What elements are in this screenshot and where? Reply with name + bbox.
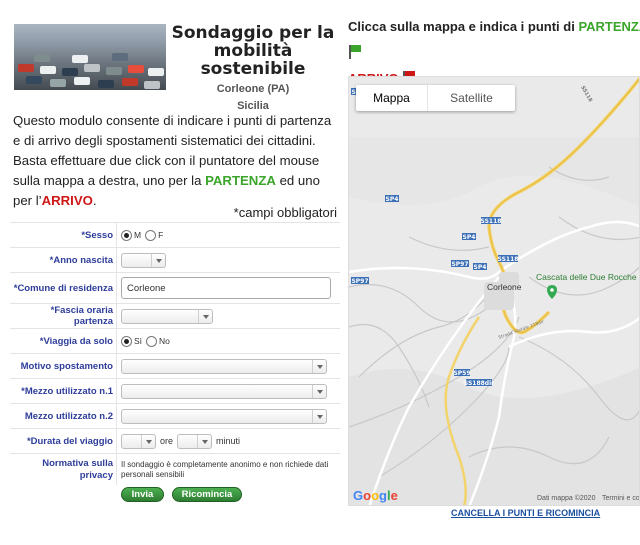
google-logo-letter: o	[363, 488, 372, 503]
solo-label: *Viaggia da solo	[10, 329, 117, 353]
sesso-option-m-label: M	[134, 230, 142, 240]
comune-input[interactable]: Corleone	[121, 277, 331, 299]
road-label: SP4	[474, 264, 487, 271]
page-title: Sondaggio per la mobilità sostenibile	[168, 24, 338, 78]
mezzo2-select[interactable]	[121, 408, 327, 424]
road-label: SP97	[451, 261, 468, 268]
mezzo2-label: Mezzo utilizzato n.2	[10, 404, 117, 428]
form-row-sesso: *Sesso M F	[10, 223, 340, 248]
google-logo-letter: o	[371, 488, 380, 503]
motivo-label: Motivo spostamento	[10, 354, 117, 378]
intro-arrivo: ARRIVO	[41, 193, 93, 208]
form-row-mezzo2: Mezzo utilizzato n.2	[10, 404, 340, 429]
google-logo-letter: g	[379, 488, 387, 503]
google-logo-letter: G	[353, 488, 364, 503]
town-label: Corleone	[487, 282, 522, 292]
map-attribution: Dati mappa ©2020	[537, 495, 596, 502]
instructions-text: Clicca sulla mappa e indica i punti di	[348, 19, 579, 34]
cancel-points-link[interactable]: CANCELLA I PUNTI E RICOMINCIA	[451, 508, 600, 518]
road-label: SS118	[498, 256, 519, 263]
privacy-label-line2: privacy	[79, 469, 113, 481]
chevron-down-icon	[198, 309, 212, 323]
required-note: *campi obbligatori	[233, 205, 337, 220]
ore-label: ore	[160, 436, 174, 446]
solo-radio-si[interactable]	[121, 335, 132, 347]
durata-label: *Durata del viaggio	[10, 429, 117, 453]
privacy-label-line1: Normativa sulla	[42, 457, 113, 469]
chevron-down-icon	[312, 384, 326, 398]
survey-form: *Sesso M F *Anno nascita *Comune di resi…	[10, 222, 340, 485]
map-type-satellite-button[interactable]: Satellite	[427, 85, 515, 111]
form-row-durata: *Durata del viaggio ore minuti	[10, 429, 340, 454]
map-type-map-button[interactable]: Mappa	[356, 85, 427, 111]
sesso-label: *Sesso	[10, 223, 117, 247]
durata-minuti-select[interactable]	[177, 433, 213, 449]
location-label: Corleone (PA)	[216, 83, 290, 95]
form-row-solo: *Viaggia da solo Sì No	[10, 329, 340, 354]
solo-option-si-label: Sì	[134, 336, 143, 346]
intro-partenza: PARTENZA	[205, 173, 276, 188]
header-traffic-image	[14, 24, 166, 90]
green-flag-icon	[348, 45, 362, 59]
map-terms-link[interactable]: Termini e co	[602, 495, 639, 502]
chevron-down-icon	[151, 253, 165, 267]
anno-select[interactable]	[121, 252, 166, 268]
intro-text-part: .	[92, 193, 97, 208]
title-line-2: mobilità sostenibile	[200, 41, 306, 79]
instructions-partenza: PARTENZA	[578, 19, 640, 34]
road-label: SP59	[453, 370, 470, 377]
solo-radio-no[interactable]	[146, 335, 158, 347]
form-row-comune: *Comune di residenza Corleone	[10, 273, 340, 304]
sesso-radio-f[interactable]	[145, 229, 157, 241]
privacy-label: Normativa sulla privacy	[10, 454, 117, 485]
chevron-down-icon	[141, 434, 155, 448]
title-line-1: Sondaggio per la	[171, 23, 335, 43]
sesso-radio-m[interactable]	[121, 229, 132, 241]
road-label: SP4	[386, 196, 399, 203]
road-label: SS188dir	[464, 380, 494, 387]
poi-label: Cascata delle Due Rocche	[536, 272, 637, 282]
form-row-anno: *Anno nascita	[10, 248, 340, 273]
road-label: SP97	[351, 278, 368, 285]
privacy-text: Il sondaggio è completamente anonimo e n…	[121, 459, 329, 479]
road-label: SS118	[481, 218, 502, 225]
sesso-option-f-label: F	[158, 230, 164, 240]
ricomincia-button[interactable]: Ricomincia	[172, 487, 242, 502]
road-label: SP4	[463, 234, 476, 241]
comune-label: *Comune di residenza	[10, 273, 117, 303]
google-logo: Google	[353, 488, 398, 503]
fascia-select[interactable]	[121, 308, 213, 324]
map-canvas: SP4 SP4 SS118 SP4 SP97 SP4 SS118 SP97 SP…	[349, 77, 639, 505]
chevron-down-icon	[312, 409, 326, 423]
form-row-motivo: Motivo spostamento	[10, 354, 340, 379]
durata-ore-select[interactable]	[121, 433, 156, 449]
chevron-down-icon	[197, 434, 211, 448]
invia-button[interactable]: Invia	[121, 487, 164, 502]
intro-text: Questo modulo consente di indicare i pun…	[13, 111, 340, 211]
mezzo1-select[interactable]	[121, 383, 327, 399]
chevron-down-icon	[312, 359, 326, 373]
form-row-mezzo1: *Mezzo utilizzato n.1	[10, 379, 340, 404]
mezzo1-label: *Mezzo utilizzato n.1	[10, 379, 117, 403]
fascia-label: *Fascia oraria partenza	[10, 304, 117, 328]
google-logo-letter: e	[390, 488, 398, 503]
map-area[interactable]: SP4 SP4 SS118 SP4 SP97 SP4 SS118 SP97 SP…	[348, 76, 640, 506]
survey-header: Sondaggio per la mobilità sostenibile Co…	[168, 24, 338, 112]
form-row-privacy: Normativa sulla privacy Il sondaggio è c…	[10, 454, 340, 485]
motivo-select[interactable]	[121, 358, 327, 374]
solo-option-no-label: No	[159, 336, 170, 346]
form-row-fascia: *Fascia oraria partenza	[10, 304, 340, 329]
map-type-toggle: Mappa Satellite	[356, 85, 515, 111]
anno-label: *Anno nascita	[10, 248, 117, 272]
minuti-label: minuti	[216, 436, 241, 446]
